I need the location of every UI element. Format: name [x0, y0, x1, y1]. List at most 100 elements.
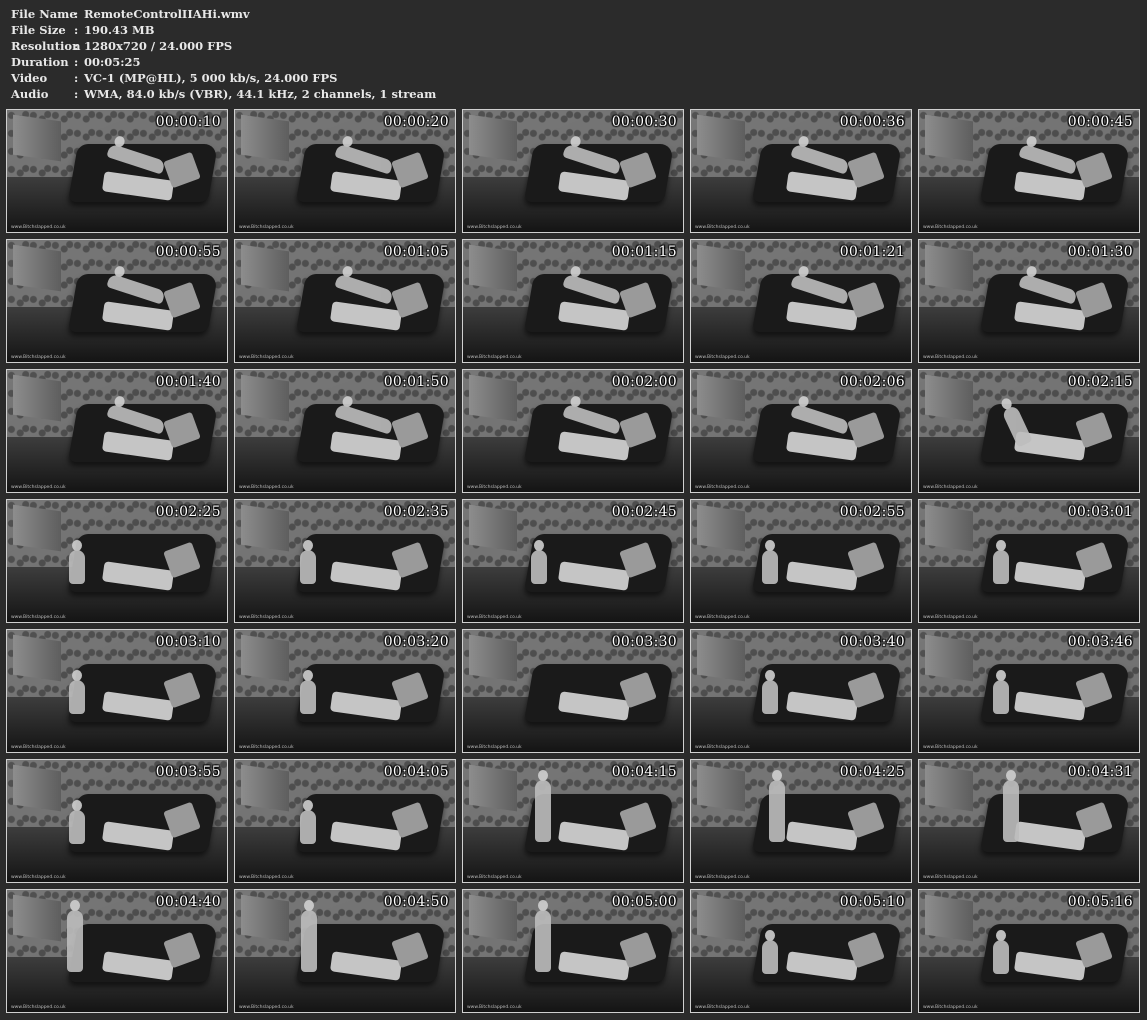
- video-thumbnail[interactable]: 00:02:55 www.Bitchslapped.co.uk: [690, 499, 912, 623]
- watermark: www.Bitchslapped.co.uk: [695, 485, 750, 490]
- video-thumbnail[interactable]: 00:01:30 www.Bitchslapped.co.uk: [918, 239, 1140, 363]
- video-thumbnail[interactable]: 00:00:36 www.Bitchslapped.co.uk: [690, 109, 912, 233]
- info-colon: :: [74, 55, 79, 69]
- timestamp-label: 00:01:05: [383, 244, 449, 260]
- timestamp-label: 00:01:50: [383, 374, 449, 390]
- window: [697, 114, 745, 162]
- video-thumbnail[interactable]: 00:03:55 www.Bitchslapped.co.uk: [6, 759, 228, 883]
- video-thumbnail[interactable]: 00:05:10 www.Bitchslapped.co.uk: [690, 889, 912, 1013]
- video-thumbnail[interactable]: 00:03:30 www.Bitchslapped.co.uk: [462, 629, 684, 753]
- window: [925, 114, 973, 162]
- window: [241, 764, 289, 812]
- info-row: File Name: RemoteControlIIAHi.wmv: [11, 6, 436, 22]
- timestamp-label: 00:03:40: [839, 634, 905, 650]
- video-thumbnail[interactable]: 00:02:35 www.Bitchslapped.co.uk: [234, 499, 456, 623]
- info-colon: :: [74, 39, 79, 53]
- watermark: www.Bitchslapped.co.uk: [467, 615, 522, 620]
- video-thumbnail[interactable]: 00:02:15 www.Bitchslapped.co.uk: [918, 369, 1140, 493]
- info-colon: :: [74, 7, 79, 21]
- watermark: www.Bitchslapped.co.uk: [467, 355, 522, 360]
- window: [697, 374, 745, 422]
- video-thumbnail[interactable]: 00:01:05 www.Bitchslapped.co.uk: [234, 239, 456, 363]
- video-thumbnail[interactable]: 00:04:31 www.Bitchslapped.co.uk: [918, 759, 1140, 883]
- timestamp-label: 00:02:55: [839, 504, 905, 520]
- video-thumbnail[interactable]: 00:04:40 www.Bitchslapped.co.uk: [6, 889, 228, 1013]
- video-thumbnail[interactable]: 00:02:25 www.Bitchslapped.co.uk: [6, 499, 228, 623]
- timestamp-label: 00:04:05: [383, 764, 449, 780]
- person-figure: [69, 670, 85, 714]
- person-figure: [1003, 770, 1019, 842]
- window: [469, 764, 517, 812]
- info-value: WMA, 84.0 kb/s (VBR), 44.1 kHz, 2 channe…: [84, 87, 437, 101]
- info-row: Duration:00:05:25: [11, 54, 436, 70]
- window: [925, 764, 973, 812]
- timestamp-label: 00:03:01: [1067, 504, 1133, 520]
- timestamp-label: 00:03:55: [155, 764, 221, 780]
- timestamp-label: 00:01:21: [839, 244, 905, 260]
- video-thumbnail[interactable]: 00:04:50 www.Bitchslapped.co.uk: [234, 889, 456, 1013]
- timestamp-label: 00:03:10: [155, 634, 221, 650]
- window: [13, 764, 61, 812]
- window: [469, 504, 517, 552]
- timestamp-label: 00:04:40: [155, 894, 221, 910]
- window: [13, 374, 61, 422]
- window: [697, 894, 745, 942]
- video-thumbnail[interactable]: 00:01:15 www.Bitchslapped.co.uk: [462, 239, 684, 363]
- video-thumbnail[interactable]: 00:02:45 www.Bitchslapped.co.uk: [462, 499, 684, 623]
- watermark: www.Bitchslapped.co.uk: [695, 1005, 750, 1010]
- video-thumbnail[interactable]: 00:01:50 www.Bitchslapped.co.uk: [234, 369, 456, 493]
- video-thumbnail[interactable]: 00:05:16 www.Bitchslapped.co.uk: [918, 889, 1140, 1013]
- video-thumbnail[interactable]: 00:03:01 www.Bitchslapped.co.uk: [918, 499, 1140, 623]
- video-thumbnail[interactable]: 00:02:00 www.Bitchslapped.co.uk: [462, 369, 684, 493]
- video-thumbnail[interactable]: 00:00:20 www.Bitchslapped.co.uk: [234, 109, 456, 233]
- video-thumbnail[interactable]: 00:00:30 www.Bitchslapped.co.uk: [462, 109, 684, 233]
- video-thumbnail[interactable]: 00:03:46 www.Bitchslapped.co.uk: [918, 629, 1140, 753]
- video-thumbnail[interactable]: 00:03:40 www.Bitchslapped.co.uk: [690, 629, 912, 753]
- timestamp-label: 00:04:31: [1067, 764, 1133, 780]
- video-thumbnail[interactable]: 00:00:45 www.Bitchslapped.co.uk: [918, 109, 1140, 233]
- video-thumbnail[interactable]: 00:04:25 www.Bitchslapped.co.uk: [690, 759, 912, 883]
- timestamp-label: 00:05:16: [1067, 894, 1133, 910]
- timestamp-label: 00:03:20: [383, 634, 449, 650]
- video-thumbnail[interactable]: 00:03:10 www.Bitchslapped.co.uk: [6, 629, 228, 753]
- window: [241, 114, 289, 162]
- watermark: www.Bitchslapped.co.uk: [11, 225, 66, 230]
- video-thumbnail[interactable]: 00:01:21 www.Bitchslapped.co.uk: [690, 239, 912, 363]
- window: [469, 114, 517, 162]
- watermark: www.Bitchslapped.co.uk: [467, 485, 522, 490]
- window: [13, 244, 61, 292]
- watermark: www.Bitchslapped.co.uk: [467, 225, 522, 230]
- watermark: www.Bitchslapped.co.uk: [467, 1005, 522, 1010]
- video-thumbnail[interactable]: 00:04:15 www.Bitchslapped.co.uk: [462, 759, 684, 883]
- video-thumbnail[interactable]: 00:02:06 www.Bitchslapped.co.uk: [690, 369, 912, 493]
- watermark: www.Bitchslapped.co.uk: [239, 485, 294, 490]
- timestamp-label: 00:02:25: [155, 504, 221, 520]
- timestamp-label: 00:03:30: [611, 634, 677, 650]
- person-figure: [762, 930, 778, 974]
- watermark: www.Bitchslapped.co.uk: [695, 875, 750, 880]
- window: [241, 894, 289, 942]
- video-thumbnail[interactable]: 00:04:05 www.Bitchslapped.co.uk: [234, 759, 456, 883]
- person-figure: [993, 670, 1009, 714]
- window: [925, 634, 973, 682]
- person-figure: [531, 540, 547, 584]
- watermark: www.Bitchslapped.co.uk: [239, 615, 294, 620]
- timestamp-label: 00:02:15: [1067, 374, 1133, 390]
- video-thumbnail[interactable]: 00:00:10 www.Bitchslapped.co.uk: [6, 109, 228, 233]
- window: [241, 634, 289, 682]
- watermark: www.Bitchslapped.co.uk: [11, 355, 66, 360]
- watermark: www.Bitchslapped.co.uk: [11, 875, 66, 880]
- watermark: www.Bitchslapped.co.uk: [923, 225, 978, 230]
- video-thumbnail[interactable]: 00:05:00 www.Bitchslapped.co.uk: [462, 889, 684, 1013]
- video-thumbnail[interactable]: 00:01:40 www.Bitchslapped.co.uk: [6, 369, 228, 493]
- window: [13, 504, 61, 552]
- video-thumbnail[interactable]: 00:00:55 www.Bitchslapped.co.uk: [6, 239, 228, 363]
- video-thumbnail[interactable]: 00:03:20 www.Bitchslapped.co.uk: [234, 629, 456, 753]
- info-value: 1280x720 / 24.000 FPS: [84, 39, 233, 53]
- info-label: Audio: [11, 87, 49, 101]
- watermark: www.Bitchslapped.co.uk: [239, 875, 294, 880]
- timestamp-label: 00:05:00: [611, 894, 677, 910]
- info-label: File Name: [11, 7, 77, 21]
- watermark: www.Bitchslapped.co.uk: [923, 485, 978, 490]
- info-row: Video: VC-1 (MP@HL), 5 000 kb/s, 24.000 F…: [11, 70, 436, 86]
